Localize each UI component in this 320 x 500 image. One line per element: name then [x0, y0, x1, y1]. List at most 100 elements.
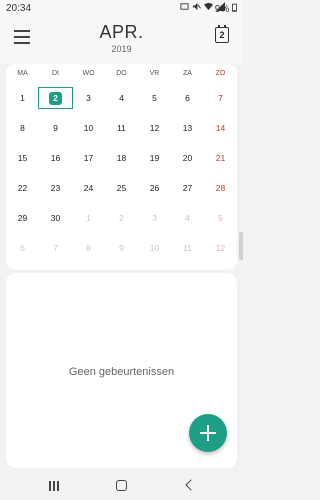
day-cell[interactable]: 1: [72, 208, 105, 228]
day-cell[interactable]: 29: [6, 208, 39, 228]
day-number: 18: [116, 153, 127, 163]
week-row: 29 30 1 2 3 4 5: [6, 208, 237, 228]
day-cell[interactable]: 3: [72, 88, 105, 108]
day-cell[interactable]: 5: [204, 208, 237, 228]
battery-percentage: 9%: [214, 4, 230, 15]
day-cell[interactable]: 11: [105, 118, 138, 138]
cast-icon: [180, 3, 189, 10]
day-number: 13: [182, 123, 193, 133]
day-number: 22: [17, 183, 28, 193]
day-number: 5: [218, 213, 223, 223]
day-cell[interactable]: 19: [138, 148, 171, 168]
day-number: 26: [149, 183, 160, 193]
day-number: 1: [20, 93, 25, 103]
day-cell[interactable]: 12: [204, 238, 237, 258]
day-number: 15: [17, 153, 28, 163]
day-number: 8: [86, 243, 91, 253]
day-cell[interactable]: 18: [105, 148, 138, 168]
day-cell[interactable]: 4: [105, 88, 138, 108]
week-row: 8 9 10 11 12 13 14: [6, 118, 237, 138]
day-number: 3: [152, 213, 157, 223]
day-cell[interactable]: 8: [6, 118, 39, 138]
day-cell[interactable]: 6: [171, 88, 204, 108]
day-cell[interactable]: 10: [72, 118, 105, 138]
day-number: 11: [117, 123, 126, 133]
day-number: 9: [53, 123, 58, 133]
weekday-label: DI: [52, 70, 59, 77]
day-number: 8: [20, 123, 25, 133]
day-number: 24: [83, 183, 94, 193]
no-events-message: Geen gebeurtenissen: [68, 366, 175, 378]
day-cell[interactable]: 1: [6, 88, 39, 108]
day-cell[interactable]: 11: [171, 238, 204, 258]
day-cell[interactable]: 7: [204, 88, 237, 108]
day-number: 7: [218, 93, 223, 103]
home-icon[interactable]: [113, 478, 129, 494]
day-number: 12: [215, 243, 226, 253]
day-cell[interactable]: 30: [39, 208, 72, 228]
day-cell[interactable]: 3: [138, 208, 171, 228]
status-time: 20:34: [6, 3, 32, 14]
day-cell[interactable]: 4: [171, 208, 204, 228]
status-bar: 20:34 9%: [0, 0, 243, 18]
battery-icon: [232, 3, 237, 12]
add-event-button[interactable]: [189, 414, 227, 452]
day-cell[interactable]: 25: [105, 178, 138, 198]
day-cell[interactable]: 24: [72, 178, 105, 198]
day-number: 6: [185, 93, 190, 103]
day-cell[interactable]: 15: [6, 148, 39, 168]
year-title: 2019: [111, 44, 132, 54]
app-header: APR. 2019 2: [0, 18, 243, 64]
day-cell[interactable]: 8: [72, 238, 105, 258]
day-cell[interactable]: 6: [6, 238, 39, 258]
weekday-label-sunday: ZO: [215, 70, 226, 77]
day-cell[interactable]: 9: [105, 238, 138, 258]
day-number: 1: [86, 213, 91, 223]
week-row: 15 16 17 18 19 20 21: [6, 148, 237, 168]
month-title[interactable]: APR.: [0, 22, 243, 43]
today-button-day: 2: [219, 30, 225, 40]
day-number: 4: [185, 213, 190, 223]
back-icon[interactable]: [182, 478, 198, 494]
mute-icon: [192, 2, 201, 11]
day-cell[interactable]: 20: [171, 148, 204, 168]
weekday-label: MA: [17, 70, 28, 77]
day-cell[interactable]: 28: [204, 178, 237, 198]
day-cell[interactable]: 17: [72, 148, 105, 168]
day-number: 27: [182, 183, 193, 193]
day-cell[interactable]: 5: [138, 88, 171, 108]
day-number: 25: [116, 183, 127, 193]
day-cell[interactable]: 16: [39, 148, 72, 168]
day-cell[interactable]: 13: [171, 118, 204, 138]
calendar-today-icon[interactable]: 2: [215, 25, 229, 43]
day-number: 16: [50, 153, 61, 163]
day-cell[interactable]: 26: [138, 178, 171, 198]
day-cell[interactable]: 22: [6, 178, 39, 198]
weekday-header: MA DI WO DO VR ZA ZO: [6, 70, 237, 77]
recent-apps-icon[interactable]: [46, 478, 62, 494]
day-cell[interactable]: 10: [138, 238, 171, 258]
day-cell[interactable]: 27: [171, 178, 204, 198]
day-number: 11: [183, 243, 192, 253]
day-cell[interactable]: 12: [138, 118, 171, 138]
day-cell[interactable]: 9: [39, 118, 72, 138]
day-cell[interactable]: 23: [39, 178, 72, 198]
edge-panel-handle[interactable]: [239, 232, 243, 260]
day-number: 14: [215, 123, 226, 133]
weekday-label: ZA: [183, 70, 192, 77]
day-number: 10: [149, 243, 160, 253]
day-number: 17: [83, 153, 94, 163]
day-number: 29: [17, 213, 28, 223]
day-cell[interactable]: 7: [39, 238, 72, 258]
day-cell-today[interactable]: 2: [38, 87, 73, 109]
day-number: 7: [53, 243, 58, 253]
day-number: 6: [20, 243, 25, 253]
day-cell[interactable]: 2: [105, 208, 138, 228]
day-cell[interactable]: 21: [204, 148, 237, 168]
weekday-label: WO: [82, 70, 95, 77]
week-row: 22 23 24 25 26 27 28: [6, 178, 237, 198]
day-cell[interactable]: 14: [204, 118, 237, 138]
day-number: 10: [83, 123, 94, 133]
day-number: 9: [119, 243, 124, 253]
day-number: 23: [50, 183, 61, 193]
